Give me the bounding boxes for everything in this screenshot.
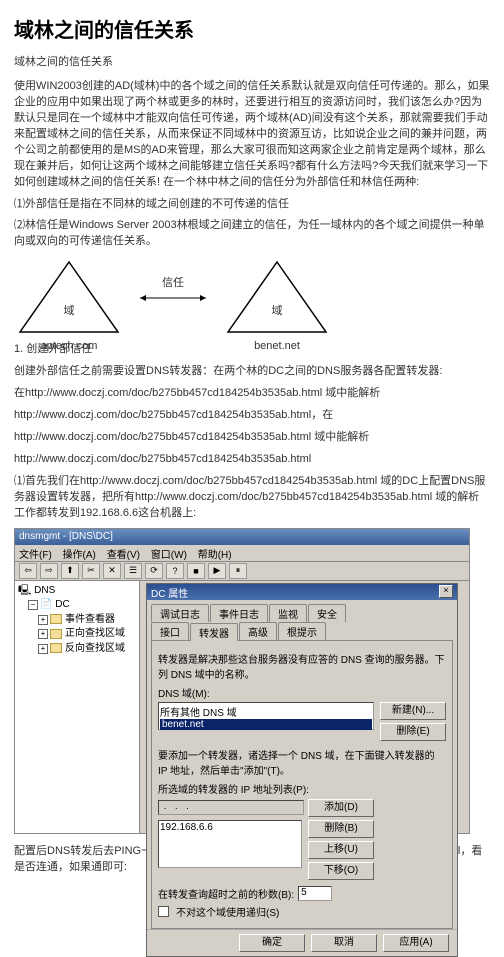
remove-button[interactable]: 删除(B) [308,820,374,838]
close-icon[interactable]: × [439,585,453,598]
tab-interface[interactable]: 接口 [151,622,189,640]
ip-entry[interactable]: 192.168.6.6 [160,822,300,833]
step-1-desc: ⑴首先我们在http://www.doczj.com/doc/b275bb457… [14,474,490,522]
toolbar-stop-icon[interactable]: ■ [187,563,205,579]
tab-monitor[interactable]: 监视 [269,604,307,622]
expand-icon[interactable]: + [38,615,48,625]
recursion-checkbox[interactable] [158,906,169,917]
recursion-label: 不对这个域使用递归(S) [176,904,279,919]
toolbar-play-icon[interactable]: ▶ [208,563,226,579]
dns-domain-list[interactable]: 所有其他 DNS 域 benet.net [158,702,374,730]
toolbar-props-icon[interactable]: ☰ [124,563,142,579]
subtitle: 域林之间的信任关系 [14,55,490,71]
link-line-1: 在http://www.doczj.com/doc/b275bb457cd184… [14,386,490,402]
menu-view[interactable]: 查看(V) [107,550,140,561]
tab-debug[interactable]: 调试日志 [151,604,209,622]
triangle-left: 域 aptech.com [14,258,124,338]
window-title: dnsmgmt - [DNS\DC] [19,531,113,542]
menu-action[interactable]: 操作(A) [63,550,96,561]
list-item-2: ⑵林信任是Windows Server 2003林根域之间建立的信任，为任一域林… [14,218,490,250]
dialog-buttons: 确定 取消 应用(A) [147,929,457,956]
list-item-1: ⑴外部信任是指在不同林的域之间创建的不可传递的信任 [14,197,490,213]
link-line-2: http://www.doczj.com/doc/b275bb457cd1842… [14,408,490,424]
domain-benet[interactable]: benet.net [160,719,372,730]
new-button[interactable]: 新建(N)... [380,702,446,720]
folder-icon [50,629,62,639]
down-button[interactable]: 下移(O) [308,862,374,880]
timeout-label: 在转发查询超时之前的秒数(B): [158,886,294,901]
tab-forwarders[interactable]: 转发器 [190,623,238,641]
tree-reverse[interactable]: +反向查找区域 [18,642,136,657]
domain-all-others[interactable]: 所有其他 DNS 域 [160,704,372,719]
dialog-title: DC 属性 [151,585,188,599]
menu-window[interactable]: 窗口(W) [151,550,187,561]
expand-icon[interactable]: + [38,644,48,654]
tab-body: 转发器是解决那些这台服务器没有应答的 DNS 查询的服务器。下列 DNS 域中的… [151,640,453,929]
cancel-button[interactable]: 取消 [311,934,377,952]
ip-listbox[interactable]: 192.168.6.6 [158,820,302,868]
toolbar-copy-icon[interactable]: ✕ [103,563,121,579]
toolbar-cut-icon[interactable]: ✂ [82,563,100,579]
dns-mmc-screenshot: dnsmgmt - [DNS\DC] 文件(F) 操作(A) 查看(V) 窗口(… [14,528,470,834]
ip-input[interactable]: . . . [158,800,304,815]
link-line-4: http://www.doczj.com/doc/b275bb457cd1842… [14,452,490,468]
ip-list-label: 所选域的转发器的 IP 地址列表(P): [158,781,446,796]
properties-dialog: DC 属性 × 调试日志 事件日志 监视 安全 接口 转发器 高级 根提示 转发… [146,583,458,957]
toolbar-fwd-icon[interactable]: ⇨ [40,563,58,579]
tab-advanced[interactable]: 高级 [239,622,277,640]
menu-help[interactable]: 帮助(H) [198,550,232,561]
trust-arrow: 信任 [138,274,208,304]
section-1-desc: 创建外部信任之前需要设置DNS转发器：在两个林的DC之间的DNS服务器各配置转发… [14,364,490,380]
page-title: 域林之间的信任关系 [14,14,490,43]
up-button[interactable]: 上移(U) [308,841,374,859]
dns-icon: 🖳 [18,585,31,596]
menu-file[interactable]: 文件(F) [19,550,52,561]
tab-event[interactable]: 事件日志 [210,604,268,622]
folder-icon [50,614,62,624]
tab-row-2: 调试日志 事件日志 监视 安全 [147,600,457,622]
toolbar: ⇦ ⇨ ⬆ ✂ ✕ ☰ ⟳ ? ■ ▶ ⏸ [15,562,469,581]
toolbar-refresh-icon[interactable]: ⟳ [145,563,163,579]
add-button[interactable]: 添加(D) [308,799,374,817]
triangle-right: 域 benet.net [222,258,332,338]
tab-roothints[interactable]: 根提示 [278,622,326,640]
toolbar-up-icon[interactable]: ⬆ [61,563,79,579]
expand-icon[interactable]: + [38,629,48,639]
timeout-input[interactable]: 5 [298,886,332,901]
collapse-icon[interactable]: − [28,600,38,610]
tree-forward[interactable]: +正向查找区域 [18,627,136,642]
tree-pane[interactable]: 🖳 DNS −📄 DC +事件查看器 +正向查找区域 +反向查找区域 [15,581,140,833]
toolbar-help-icon[interactable]: ? [166,563,184,579]
dns-domain-label: DNS 域(M): [158,685,446,700]
delete-button[interactable]: 删除(E) [380,723,446,741]
intro-paragraph: 使用WIN2003创建的AD(域林)中的各个域之间的信任关系默认就是双向信任可传… [14,79,490,191]
arrow-label: 信任 [162,274,184,290]
toolbar-back-icon[interactable]: ⇦ [19,563,37,579]
tab-security[interactable]: 安全 [308,604,346,622]
triangle-left-caption: aptech.com [14,340,124,352]
apply-button[interactable]: 应用(A) [383,934,449,952]
forwarder-add-desc: 要添加一个转发器，诸选择一个 DNS 域，在下面键入转发器的 IP 地址，然后单… [158,747,446,777]
window-titlebar: dnsmgmt - [DNS\DC] [15,529,469,545]
triangle-right-label: 域 [222,302,332,318]
ok-button[interactable]: 确定 [239,934,305,952]
toolbar-pause-icon[interactable]: ⏸ [229,563,247,579]
trust-diagram: 域 aptech.com 信任 域 benet.net [14,258,490,338]
tab-row-1: 接口 转发器 高级 根提示 [147,622,457,640]
link-line-3: http://www.doczj.com/doc/b275bb457cd1842… [14,430,490,446]
tree-dc[interactable]: −📄 DC [18,598,136,613]
folder-icon [50,643,62,653]
triangle-right-caption: benet.net [222,340,332,352]
tree-root[interactable]: 🖳 DNS [18,584,136,599]
tree-events[interactable]: +事件查看器 [18,613,136,628]
dialog-titlebar: DC 属性 × [147,584,457,600]
forwarder-desc: 转发器是解决那些这台服务器没有应答的 DNS 查询的服务器。下列 DNS 域中的… [158,651,446,681]
triangle-left-label: 域 [14,302,124,318]
menubar: 文件(F) 操作(A) 查看(V) 窗口(W) 帮助(H) [15,545,469,562]
